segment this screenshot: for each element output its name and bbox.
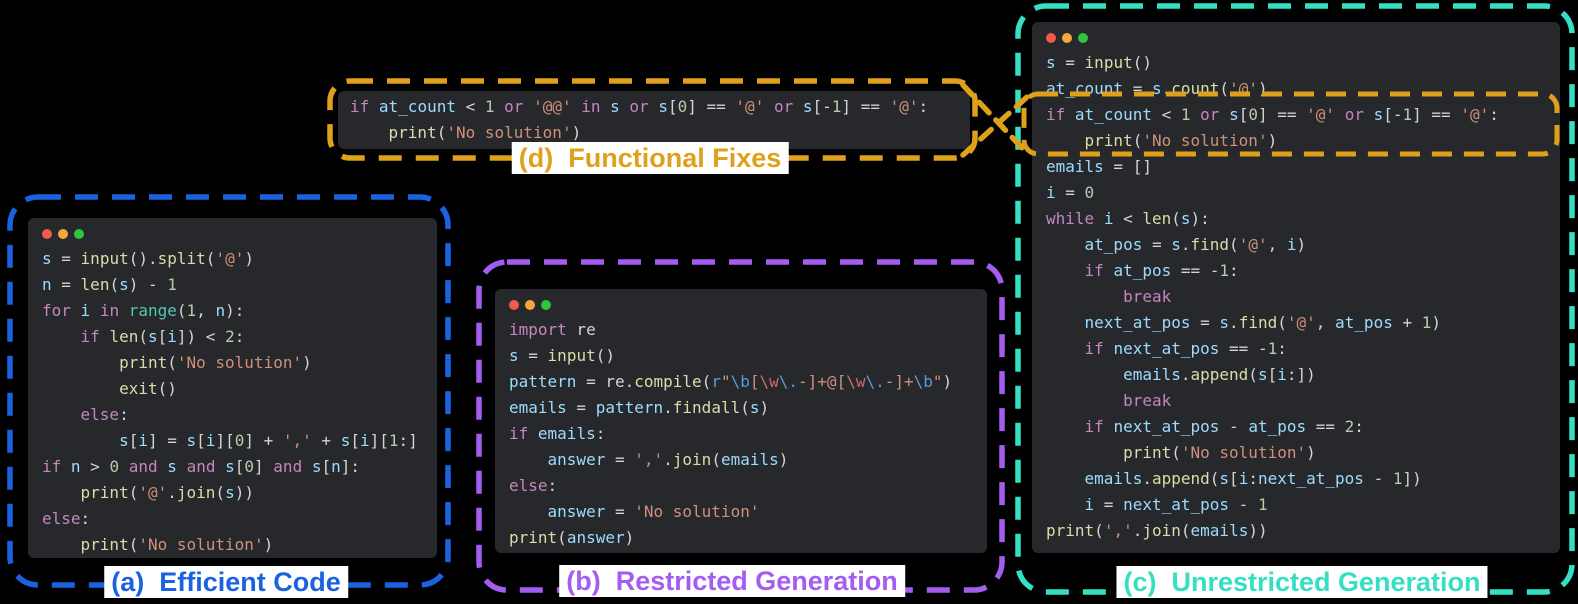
traffic-lights [509, 299, 973, 311]
code-line: else: [80, 405, 129, 424]
panel-a-caption: (a) Efficient Code [104, 566, 348, 598]
code-line: break [1123, 391, 1172, 410]
code-line: while i < len(s): [1046, 209, 1210, 228]
traffic-lights [42, 228, 423, 240]
panel-c-caption: (c) Unrestricted Generation [1116, 566, 1488, 598]
green-dot-icon [1078, 33, 1088, 43]
code-line: print(','.join(emails)) [1046, 521, 1268, 540]
code-block-d: if at_count < 1 or '@@' in s or s[0] == … [350, 94, 958, 146]
code-line: print('@'.join(s)) [80, 483, 254, 502]
code-line: i = next_at_pos - 1 [1084, 495, 1268, 514]
code-line: if len(s[i]) < 2: [80, 327, 245, 346]
code-line: if n > 0 and s and s[0] and s[n]: [42, 457, 361, 476]
code-line: print(answer) [509, 528, 635, 547]
green-dot-icon [541, 300, 551, 310]
code-line: s = input() [1046, 53, 1152, 72]
code-line: pattern = re.compile(r"\b[\w\.-]+@[\w\.-… [509, 372, 953, 391]
code-line: emails.append(s[i:]) [1123, 365, 1316, 384]
code-line: if next_at_pos - at_pos == 2: [1084, 417, 1364, 436]
code-line: next_at_pos = s.find('@', at_pos + 1) [1084, 313, 1442, 332]
green-dot-icon [74, 229, 84, 239]
code-line: s[i] = s[i][0] + ',' + s[i][1:] [119, 431, 418, 450]
code-block-c: s = input() at_count = s.count('@') if at_… [1046, 50, 1546, 544]
code-line: at_pos = s.find('@', i) [1084, 235, 1307, 254]
code-window-b: import re s = input() pattern = re.compile… [495, 289, 987, 553]
yellow-dot-icon [1062, 33, 1072, 43]
yellow-dot-icon [58, 229, 68, 239]
code-line: answer = 'No solution' [547, 502, 760, 521]
red-dot-icon [509, 300, 519, 310]
code-line: s = input().split('@') [42, 249, 254, 268]
code-line: print('No solution') [80, 535, 274, 554]
code-line: if next_at_pos == -1: [1084, 339, 1287, 358]
code-window-a: s = input().split('@') n = len(s) - 1 for … [28, 218, 437, 558]
code-line: exit() [119, 379, 177, 398]
connector-cross-line-down [960, 82, 1027, 153]
code-line: emails = pattern.findall(s) [509, 398, 770, 417]
code-window-d: if at_count < 1 or '@@' in s or s[0] == … [338, 91, 970, 149]
code-line: if emails: [509, 424, 606, 443]
code-block-b: import re s = input() pattern = re.compile… [509, 317, 973, 551]
code-line: print('No solution') [119, 353, 312, 372]
code-window-c: s = input() at_count = s.count('@') if at_… [1032, 22, 1560, 553]
connector-cross-line-up [960, 94, 1030, 158]
red-dot-icon [1046, 33, 1056, 43]
code-line: answer = ','.join(emails) [547, 450, 789, 469]
code-line: if at_pos == -1: [1084, 261, 1239, 280]
code-line: i = 0 [1046, 183, 1095, 202]
code-line: break [1123, 287, 1172, 306]
code-line: s = input() [509, 346, 615, 365]
code-block-a: s = input().split('@') n = len(s) - 1 for … [42, 246, 423, 558]
red-dot-icon [42, 229, 52, 239]
code-line: emails = [] [1046, 157, 1152, 176]
yellow-dot-icon [525, 300, 535, 310]
code-line: n = len(s) - 1 [42, 275, 177, 294]
code-line: if at_count < 1 or s[0] == '@' or s[-1] … [1046, 105, 1499, 124]
code-line: else: [42, 509, 91, 528]
panel-b-caption: (b) Restricted Generation [559, 565, 905, 597]
code-line: at_count = s.count('@') [1046, 79, 1268, 98]
panel-d-caption: (d) Functional Fixes [511, 142, 789, 174]
code-line: print('No solution') [1123, 443, 1316, 462]
code-line: print('No solution') [1084, 131, 1278, 150]
code-line: emails.append(s[i:next_at_pos - 1]) [1084, 469, 1422, 488]
code-line: import re [509, 320, 596, 339]
code-line: else: [509, 476, 558, 495]
code-line: for i in range(1, n): [42, 301, 245, 320]
code-line: if at_count < 1 or '@@' in s or s[0] == … [350, 97, 929, 116]
traffic-lights [1046, 32, 1546, 44]
